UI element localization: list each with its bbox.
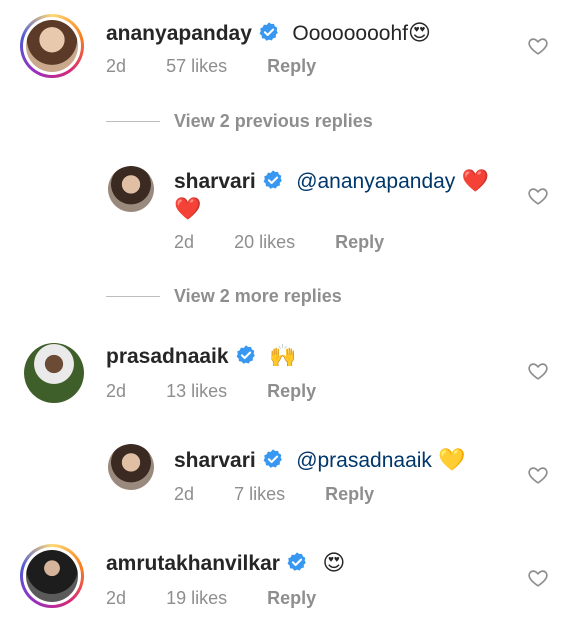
reply-header: sharvari @ananyapanday ❤️ [174, 168, 489, 194]
heart-eyes-emoji: 😍 [322, 550, 346, 575]
username[interactable]: sharvari [174, 449, 256, 472]
avatar[interactable] [108, 166, 154, 212]
heart-outline-icon[interactable] [527, 185, 549, 207]
comment-meta: 2d 13 likes Reply [106, 381, 316, 402]
heart-outline-icon[interactable] [527, 360, 549, 382]
avatar [26, 550, 78, 602]
likes-count[interactable]: 20 likes [234, 232, 295, 252]
reply-meta: 2d 7 likes Reply [174, 484, 374, 505]
comment-meta: 2d 19 likes Reply [106, 588, 316, 609]
replies-divider [106, 121, 160, 122]
likes-count[interactable]: 19 likes [166, 588, 227, 608]
timestamp: 2d [174, 232, 195, 252]
heart-eyes-emoji: 😍 [407, 20, 431, 45]
avatar [26, 20, 78, 72]
reply-button[interactable]: Reply [335, 232, 384, 252]
heart-outline-icon[interactable] [527, 35, 549, 57]
comment-header: amrutakhanvilkar 😍 [106, 550, 345, 576]
heart-outline-icon[interactable] [527, 567, 549, 589]
mention-link[interactable]: @prasadnaaik [296, 449, 432, 472]
avatar[interactable] [108, 444, 154, 490]
likes-count[interactable]: 57 likes [166, 56, 227, 76]
reply-button[interactable]: Reply [325, 484, 374, 504]
likes-count[interactable]: 13 likes [166, 381, 227, 401]
verified-badge-icon [259, 22, 278, 41]
verified-badge-icon [263, 170, 282, 189]
verified-badge-icon [236, 345, 255, 364]
comment-header: ananyapanday Oooooooohf😍 [106, 20, 431, 46]
username[interactable]: ananyapanday [106, 22, 252, 45]
view-previous-replies-button[interactable]: View 2 previous replies [174, 111, 373, 132]
verified-badge-icon [287, 552, 306, 571]
red-heart-emoji: ❤️ [174, 196, 202, 221]
raising-hands-emoji: 🙌 [269, 343, 297, 368]
comment-text: Oooooooohf [292, 22, 408, 45]
timestamp: 2d [106, 56, 127, 76]
reply-meta: 2d 20 likes Reply [174, 232, 384, 253]
heart-outline-icon[interactable] [527, 464, 549, 486]
timestamp: 2d [174, 484, 195, 504]
mention-link[interactable]: @ananyapanday [296, 170, 455, 193]
username[interactable]: sharvari [174, 170, 256, 193]
avatar[interactable] [24, 343, 84, 403]
replies-divider [106, 296, 160, 297]
comment-header: prasadnaaik 🙌 [106, 343, 296, 369]
reply-button[interactable]: Reply [267, 56, 316, 76]
comment-meta: 2d 57 likes Reply [106, 56, 316, 77]
timestamp: 2d [106, 381, 127, 401]
story-ring-avatar[interactable] [20, 14, 84, 78]
verified-badge-icon [263, 449, 282, 468]
red-heart-emoji: ❤️ [461, 168, 490, 193]
reply-button[interactable]: Reply [267, 381, 316, 401]
reply-button[interactable]: Reply [267, 588, 316, 608]
story-ring-avatar[interactable] [20, 544, 84, 608]
view-more-replies-button[interactable]: View 2 more replies [174, 286, 342, 307]
reply-header: sharvari @prasadnaaik 💛 [174, 447, 466, 473]
username[interactable]: prasadnaaik [106, 345, 229, 368]
likes-count[interactable]: 7 likes [234, 484, 285, 504]
timestamp: 2d [106, 588, 127, 608]
yellow-heart-emoji: 💛 [438, 447, 466, 472]
username[interactable]: amrutakhanvilkar [106, 552, 280, 575]
